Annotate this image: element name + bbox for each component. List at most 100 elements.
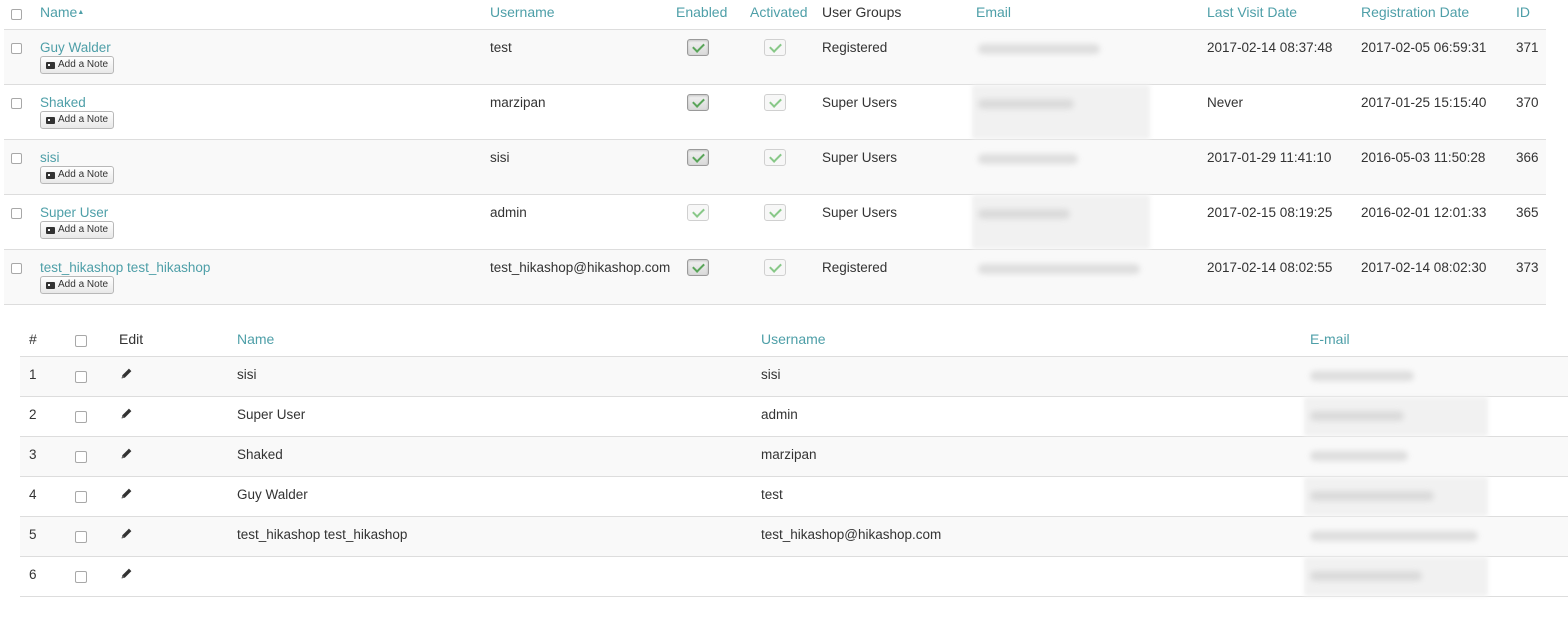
id-cell: 373: [1516, 260, 1539, 275]
customer-username: test: [761, 487, 783, 502]
user-group-cell: Super Users: [822, 150, 898, 165]
email-redacted: [978, 264, 1140, 274]
user-name-link[interactable]: test_hikashop test_hikashop: [40, 260, 210, 275]
checkmark-icon: [691, 149, 705, 163]
user-group-cell: Registered: [822, 40, 888, 55]
pencil-icon[interactable]: [120, 447, 133, 460]
sort-id-header[interactable]: ID: [1516, 4, 1530, 20]
row-checkbox[interactable]: [75, 451, 87, 463]
registration-cell: 2016-02-01 12:01:33: [1361, 205, 1487, 220]
user-name-link[interactable]: Shaked: [40, 95, 86, 110]
row-checkbox[interactable]: [75, 371, 87, 383]
sort-name-header[interactable]: Name▲: [40, 4, 84, 20]
last-visit-cell: 2017-02-14 08:37:48: [1207, 40, 1333, 55]
add-note-button[interactable]: Add a Note: [40, 221, 115, 239]
email-redacted: [1310, 371, 1414, 381]
customer-username: marzipan: [761, 447, 817, 462]
select-all-checkbox[interactable]: [11, 9, 22, 20]
last-visit-cell: 2017-02-15 08:19:25: [1207, 205, 1333, 220]
customers-table-header: # Edit Name Username E-mail: [20, 322, 1568, 357]
table-row: 2 Super User admin: [20, 397, 1568, 437]
enabled-toggle[interactable]: [687, 149, 709, 166]
add-note-button[interactable]: Add a Note: [40, 276, 115, 294]
table-row: 1 sisi sisi: [20, 357, 1568, 397]
sort-name-header[interactable]: Name: [237, 331, 274, 347]
user-name-link[interactable]: Super User: [40, 205, 108, 220]
add-note-button[interactable]: Add a Note: [40, 166, 115, 184]
activated-toggle[interactable]: [764, 149, 786, 166]
row-checkbox[interactable]: [75, 491, 87, 503]
customers-table: # Edit Name Username E-mail 1 sisi sisi 2 Su…: [20, 322, 1568, 597]
enabled-toggle[interactable]: [687, 94, 709, 111]
pencil-icon[interactable]: [120, 367, 133, 380]
row-checkbox[interactable]: [11, 263, 22, 274]
note-card-icon: [46, 281, 55, 289]
email-redacted: [1310, 571, 1422, 581]
table-row: 5 test_hikashop test_hikashop test_hikasho…: [20, 517, 1568, 557]
row-checkbox[interactable]: [11, 43, 22, 54]
table-row: test_hikashop test_hikashop Add a Note t…: [4, 250, 1546, 305]
user-name-link[interactable]: sisi: [40, 150, 60, 165]
row-number: 6: [29, 567, 37, 582]
last-visit-cell: 2017-01-29 11:41:10: [1207, 150, 1332, 165]
email-redacted: [978, 99, 1074, 109]
registration-cell: 2017-01-25 15:15:40: [1361, 95, 1487, 110]
customer-username: test_hikashop@hikashop.com: [761, 527, 942, 542]
sort-username-header[interactable]: Username: [761, 331, 826, 347]
sort-username-header[interactable]: Username: [490, 4, 555, 20]
row-checkbox[interactable]: [75, 411, 87, 423]
enabled-toggle[interactable]: [687, 204, 709, 221]
checkmark-icon: [691, 39, 705, 53]
sort-email-header[interactable]: E-mail: [1310, 331, 1350, 347]
email-redacted: [1310, 411, 1404, 421]
activated-toggle[interactable]: [764, 39, 786, 56]
email-redacted: [978, 209, 1070, 219]
pencil-icon[interactable]: [120, 527, 133, 540]
email-redacted: [1310, 531, 1478, 541]
table-row: 6: [20, 557, 1568, 597]
sort-enabled-header[interactable]: Enabled: [676, 4, 727, 20]
email-redacted: [978, 44, 1100, 54]
sort-email-header[interactable]: Email: [976, 4, 1011, 20]
sort-last-visit-header[interactable]: Last Visit Date: [1207, 4, 1297, 20]
activated-toggle[interactable]: [764, 259, 786, 276]
sort-registration-header[interactable]: Registration Date: [1361, 4, 1469, 20]
note-card-icon: [46, 61, 55, 69]
row-number: 5: [29, 527, 37, 542]
add-note-button[interactable]: Add a Note: [40, 111, 115, 129]
user-name-link[interactable]: Guy Walder: [40, 40, 111, 55]
enabled-toggle[interactable]: [687, 39, 709, 56]
customer-name: Guy Walder: [237, 487, 308, 502]
row-number: 2: [29, 407, 37, 422]
username-cell: marzipan: [490, 95, 546, 110]
customer-name: Super User: [237, 407, 306, 422]
select-all-checkbox[interactable]: [75, 335, 87, 347]
row-checkbox[interactable]: [11, 208, 22, 219]
checkmark-icon: [691, 94, 705, 108]
enabled-toggle[interactable]: [687, 259, 709, 276]
sort-activated-header[interactable]: Activated: [750, 4, 808, 20]
row-checkbox[interactable]: [75, 531, 87, 543]
id-cell: 370: [1516, 95, 1539, 110]
pencil-icon[interactable]: [120, 487, 133, 500]
note-card-icon: [46, 116, 55, 124]
customer-username: admin: [761, 407, 798, 422]
add-note-button[interactable]: Add a Note: [40, 56, 115, 74]
row-checkbox[interactable]: [11, 153, 22, 164]
pencil-icon[interactable]: [120, 407, 133, 420]
checkmark-icon: [768, 39, 782, 53]
row-number-header: #: [29, 331, 37, 347]
email-redaction-box: [972, 195, 1150, 249]
registration-cell: 2016-05-03 11:50:28: [1361, 150, 1486, 165]
customer-username: sisi: [761, 367, 781, 382]
activated-toggle[interactable]: [764, 94, 786, 111]
row-number: 1: [29, 367, 37, 382]
row-checkbox[interactable]: [75, 571, 87, 583]
last-visit-cell: Never: [1207, 95, 1244, 110]
activated-toggle[interactable]: [764, 204, 786, 221]
checkmark-icon: [768, 149, 782, 163]
pencil-icon[interactable]: [120, 567, 133, 580]
row-checkbox[interactable]: [11, 98, 22, 109]
users-table-header: Name▲ Username Enabled Activated User Gr…: [4, 0, 1546, 30]
customer-name: Shaked: [237, 447, 283, 462]
